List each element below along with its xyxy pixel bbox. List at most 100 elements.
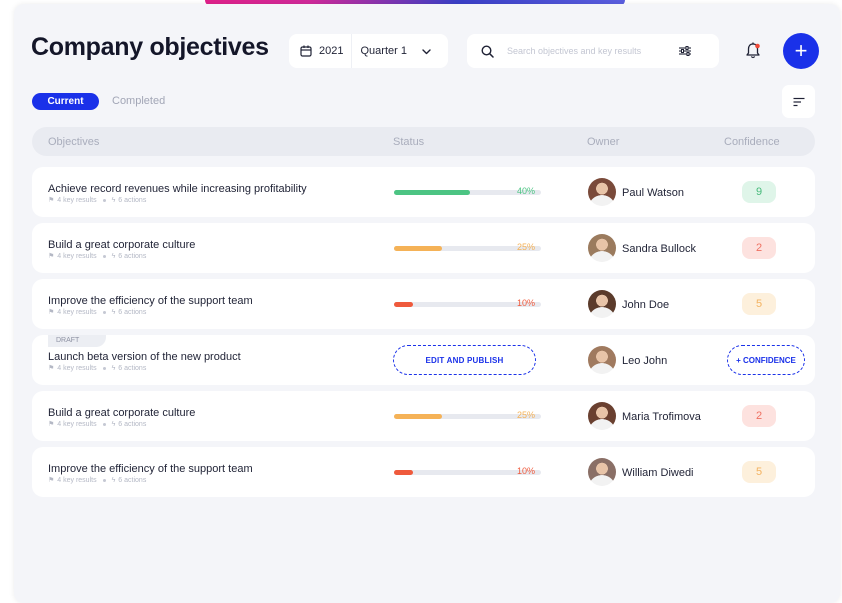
actions-count: 6 actions xyxy=(118,364,147,372)
sort-icon xyxy=(793,97,804,106)
key-results-count: 4 key results xyxy=(57,252,97,260)
lightning-icon: ϟ xyxy=(111,252,116,260)
draft-tag: DRAFT xyxy=(48,335,106,347)
search-input[interactable] xyxy=(507,46,672,56)
confidence-badge[interactable]: 9 xyxy=(742,181,776,203)
search-icon xyxy=(481,44,494,58)
tab-completed[interactable]: Completed xyxy=(112,95,165,107)
column-header-objectives[interactable]: Objectives xyxy=(48,136,99,148)
objective-title[interactable]: Build a great corporate culture xyxy=(48,239,195,251)
flag-icon: ⚑ xyxy=(48,197,55,204)
objective-title[interactable]: Achieve record revenues while increasing… xyxy=(48,183,307,195)
flag-icon: ⚑ xyxy=(48,309,55,316)
avatar[interactable] xyxy=(588,458,616,486)
actions-count: 6 actions xyxy=(118,420,147,428)
meta-separator xyxy=(102,366,106,370)
column-header-status[interactable]: Status xyxy=(393,136,424,148)
meta-separator xyxy=(102,478,106,482)
owner-name[interactable]: William Diwedi xyxy=(622,467,694,479)
meta-separator xyxy=(102,422,106,426)
progress-label: 10% xyxy=(517,466,536,476)
objective-title[interactable]: Improve the efficiency of the support te… xyxy=(48,463,253,475)
lightning-icon: ϟ xyxy=(111,364,116,372)
key-results-count: 4 key results xyxy=(57,196,97,204)
table-header: Objectives Status Owner Confidence xyxy=(32,127,815,156)
sort-button[interactable] xyxy=(782,85,815,118)
draft-tag-wrapper: DRAFT xyxy=(32,335,108,347)
edit-and-publish-button[interactable]: EDIT AND PUBLISH xyxy=(393,345,536,375)
meta-separator xyxy=(102,310,106,314)
period-selector[interactable]: 2021 Quarter 1 xyxy=(289,34,448,68)
table-row[interactable]: Achieve record revenues while increasing… xyxy=(32,167,815,217)
owner-name[interactable]: Maria Trofimova xyxy=(622,411,701,423)
meta-separator xyxy=(102,254,106,258)
progress-fill xyxy=(394,414,442,419)
objective-title[interactable]: Improve the efficiency of the support te… xyxy=(48,295,253,307)
table-row-draft[interactable]: DRAFT Launch beta version of the new pro… xyxy=(32,335,815,385)
avatar[interactable] xyxy=(588,346,616,374)
progress-label: 25% xyxy=(517,410,536,420)
confidence-badge[interactable]: 5 xyxy=(742,461,776,483)
key-results-count: 4 key results xyxy=(57,420,97,428)
objective-meta: ⚑ 4 key results ϟ 6 actions xyxy=(48,196,147,205)
objective-meta: ⚑ 4 key results ϟ 6 actions xyxy=(48,476,147,485)
flag-icon: ⚑ xyxy=(48,421,55,428)
actions-count: 6 actions xyxy=(118,252,147,260)
page-title: Company objectives xyxy=(31,33,269,61)
add-confidence-button[interactable]: + CONFIDENCE xyxy=(727,345,805,375)
avatar[interactable] xyxy=(588,402,616,430)
lightning-icon: ϟ xyxy=(111,420,116,428)
flag-icon: ⚑ xyxy=(48,253,55,260)
table-row[interactable]: Build a great corporate culture ⚑ 4 key r… xyxy=(32,391,815,441)
objective-meta: ⚑ 4 key results ϟ 6 actions xyxy=(48,252,147,261)
progress-label: 40% xyxy=(517,186,536,196)
objective-title[interactable]: Build a great corporate culture xyxy=(48,407,195,419)
table-row[interactable]: Improve the efficiency of the support te… xyxy=(32,447,815,497)
lightning-icon: ϟ xyxy=(111,196,116,204)
avatar[interactable] xyxy=(588,178,616,206)
flag-icon: ⚑ xyxy=(48,365,55,372)
owner-name[interactable]: Paul Watson xyxy=(622,187,684,199)
meta-separator xyxy=(102,198,106,202)
objective-meta: ⚑ 4 key results ϟ 6 actions xyxy=(48,308,147,317)
actions-count: 6 actions xyxy=(118,476,147,484)
column-header-owner[interactable]: Owner xyxy=(587,136,619,148)
actions-count: 6 actions xyxy=(118,308,147,316)
quarter-value[interactable]: Quarter 1 xyxy=(360,45,406,57)
owner-name[interactable]: Sandra Bullock xyxy=(622,243,696,255)
objective-meta: ⚑ 4 key results ϟ 6 actions xyxy=(48,364,147,373)
owner-name[interactable]: Leo John xyxy=(622,355,667,367)
calendar-icon xyxy=(300,45,312,57)
key-results-count: 4 key results xyxy=(57,308,97,316)
add-objective-button[interactable]: + xyxy=(783,33,819,69)
table-row[interactable]: Improve the efficiency of the support te… xyxy=(32,279,815,329)
lightning-icon: ϟ xyxy=(111,476,116,484)
chevron-down-icon[interactable] xyxy=(421,46,432,57)
progress-fill xyxy=(394,470,414,475)
year-value[interactable]: 2021 xyxy=(319,45,343,57)
progress-fill xyxy=(394,246,442,251)
progress-label: 25% xyxy=(517,242,536,252)
objective-title[interactable]: Launch beta version of the new product xyxy=(48,351,241,363)
actions-count: 6 actions xyxy=(118,196,147,204)
flag-icon: ⚑ xyxy=(48,477,55,484)
owner-name[interactable]: John Doe xyxy=(622,299,669,311)
avatar[interactable] xyxy=(588,234,616,262)
progress-label: 10% xyxy=(517,298,536,308)
objective-meta: ⚑ 4 key results ϟ 6 actions xyxy=(48,420,147,429)
avatar[interactable] xyxy=(588,290,616,318)
table-row[interactable]: Build a great corporate culture ⚑ 4 key r… xyxy=(32,223,815,273)
tab-current[interactable]: Current xyxy=(32,93,99,110)
notification-bell-icon[interactable] xyxy=(745,42,761,59)
key-results-count: 4 key results xyxy=(57,476,97,484)
progress-fill xyxy=(394,302,414,307)
progress-fill xyxy=(394,190,471,195)
lightning-icon: ϟ xyxy=(111,308,116,316)
confidence-badge[interactable]: 5 xyxy=(742,293,776,315)
filter-sliders-icon[interactable] xyxy=(678,45,692,57)
confidence-badge[interactable]: 2 xyxy=(742,405,776,427)
period-divider xyxy=(351,34,353,68)
key-results-count: 4 key results xyxy=(57,364,97,372)
confidence-badge[interactable]: 2 xyxy=(742,237,776,259)
column-header-confidence[interactable]: Confidence xyxy=(724,136,780,148)
